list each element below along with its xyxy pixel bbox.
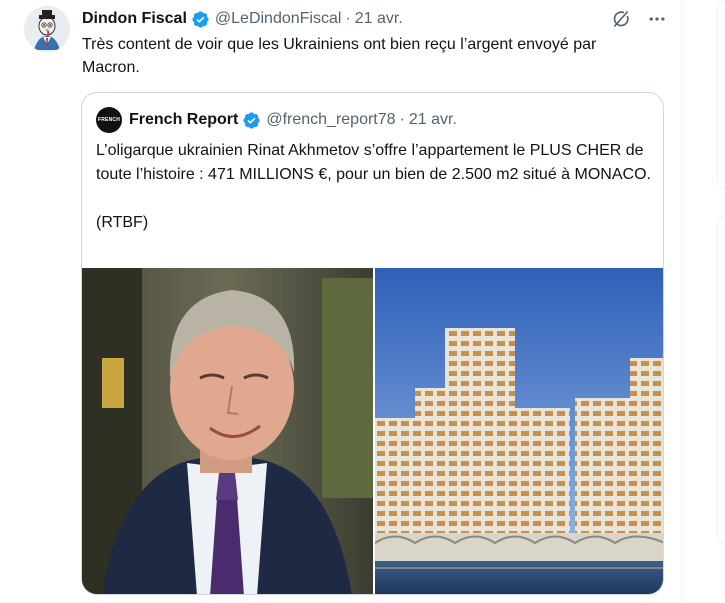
separator-dot: · bbox=[399, 111, 405, 128]
quoted-tweet-paragraph: L’oligarque ukrainien Rinat Akhmetov s’o… bbox=[96, 142, 651, 183]
quoted-author-handle[interactable]: @french_report78 bbox=[266, 111, 395, 129]
verified-badge-icon[interactable] bbox=[191, 10, 210, 29]
more-icon[interactable] bbox=[646, 8, 668, 30]
sidebar-card bbox=[717, 215, 725, 545]
author-name[interactable]: Dindon Fiscal bbox=[82, 10, 187, 28]
media-photo-building[interactable] bbox=[374, 268, 663, 594]
quoted-tweet-source: (RTBF) bbox=[96, 214, 149, 231]
sidebar-card bbox=[717, 0, 725, 190]
author-avatar[interactable] bbox=[24, 6, 70, 52]
quoted-tweet[interactable]: FRENCH French Report @french_report78 · … bbox=[81, 92, 664, 595]
tweet-date[interactable]: 21 avr. bbox=[355, 10, 403, 28]
tweet[interactable]: Dindon Fiscal @LeDindonFiscal · 21 avr. … bbox=[0, 0, 682, 603]
quoted-tweet-text: L’oligarque ukrainien Rinat Akhmetov s’o… bbox=[96, 139, 651, 235]
grok-icon[interactable] bbox=[610, 8, 632, 30]
quoted-author-avatar[interactable]: FRENCH bbox=[96, 107, 122, 133]
author-handle[interactable]: @LeDindonFiscal bbox=[215, 10, 342, 28]
quoted-author-name[interactable]: French Report bbox=[129, 111, 238, 129]
verified-badge-icon[interactable] bbox=[242, 111, 261, 130]
tweet-header: Dindon Fiscal @LeDindonFiscal · 21 avr. bbox=[82, 8, 403, 30]
quoted-tweet-date[interactable]: 21 avr. bbox=[409, 111, 457, 129]
media-photo-portrait[interactable] bbox=[82, 268, 373, 594]
tweet-text: Très content de voir que les Ukrainiens … bbox=[82, 36, 597, 76]
quoted-tweet-header: FRENCH French Report @french_report78 · … bbox=[96, 107, 457, 133]
separator-dot: · bbox=[345, 10, 351, 27]
tweet-actions bbox=[610, 8, 668, 30]
media-grid bbox=[82, 268, 663, 594]
